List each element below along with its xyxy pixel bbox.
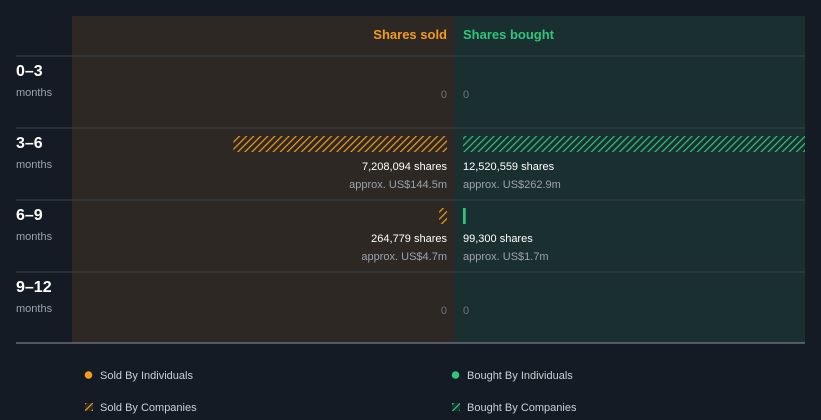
period-label: 0–3 [16, 63, 43, 80]
sold-zero-label: 0 [441, 305, 447, 317]
legend-label: Bought By Companies [467, 402, 577, 414]
bar-bought [463, 136, 805, 152]
bought-zero-label: 0 [463, 89, 469, 101]
bar-sold [233, 136, 447, 152]
legend-hatch-icon [85, 403, 93, 411]
sold-value-label: approx. US$144.5m [349, 179, 447, 191]
bought-value-label: approx. US$262.9m [463, 179, 561, 191]
bought-shares-label: 99,300 shares [463, 233, 533, 245]
legend-dot-icon [84, 371, 93, 379]
bar-bought [463, 208, 466, 224]
period-unit: months [16, 87, 53, 99]
period-unit: months [16, 303, 53, 315]
period-label: 6–9 [16, 207, 43, 224]
sold-shares-label: 7,208,094 shares [362, 161, 448, 173]
legend-dot-icon [451, 371, 460, 379]
period-label: 3–6 [16, 135, 43, 152]
period-unit: months [16, 231, 53, 243]
shares-bought-header: Shares bought [463, 27, 555, 42]
shares-sold-header: Shares sold [373, 27, 447, 42]
legend-label: Sold By Individuals [100, 370, 193, 382]
sold-value-label: approx. US$4.7m [361, 251, 447, 263]
insider-trading-chart: Shares sold Shares bought 0–3 months 0 0 3–6… [16, 16, 805, 414]
period-unit: months [16, 159, 53, 171]
legend-label: Sold By Companies [100, 402, 197, 414]
bought-value-label: approx. US$1.7m [463, 251, 549, 263]
legend-hatch-icon [452, 403, 460, 411]
sold-zero-label: 0 [441, 89, 447, 101]
bought-zero-label: 0 [463, 305, 469, 317]
period-label: 9–12 [16, 279, 52, 296]
bar-sold [439, 208, 447, 224]
sold-shares-label: 264,779 shares [371, 233, 447, 245]
bought-shares-label: 12,520,559 shares [463, 161, 555, 173]
legend-label: Bought By Individuals [467, 370, 573, 382]
